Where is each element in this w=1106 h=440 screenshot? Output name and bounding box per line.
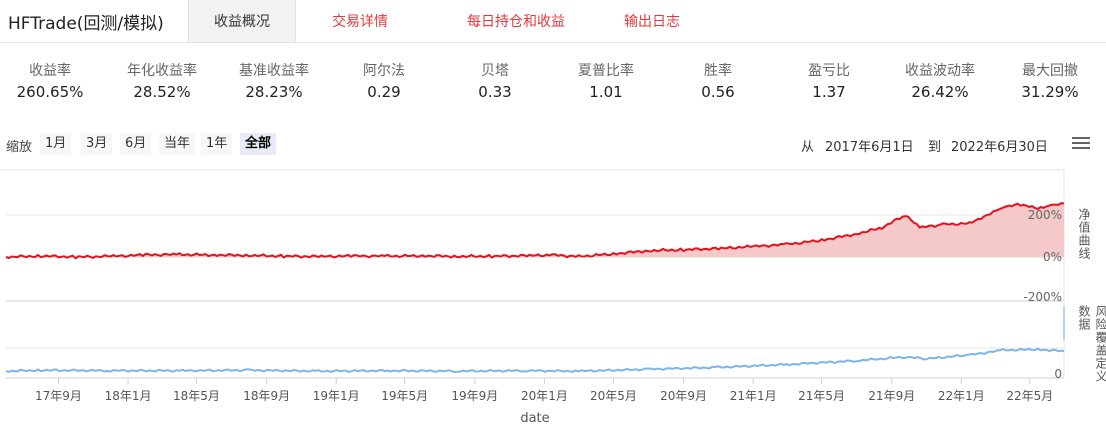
stat-value: 0.56	[701, 83, 735, 101]
y-tick-label: -200%	[1023, 290, 1062, 304]
stat-label: 收益率	[29, 63, 71, 79]
x-tick-label: 21年9月	[868, 389, 915, 403]
stat-label: 最大回撤	[1022, 63, 1078, 79]
net-value-chart: 200% 0% -200% 0 17年9月 18年1月 18年5月 18年9月 19年1月 1…	[0, 169, 1065, 426]
stats-summary: 收益率 260.65% 年化收益率 28.52% 基准收益率 28.23% 阿尔法 0.…	[0, 62, 1106, 104]
zoom-3m-button[interactable]: 3月	[81, 133, 113, 155]
tab-bar: HFTrade(回测/模拟) 收益概况 交易详情 每日持仓和收益 输出日志	[0, 0, 1106, 43]
stat-value: 0.33	[478, 83, 512, 101]
stat-value: 1.01	[589, 83, 623, 101]
stat-value: 26.42%	[911, 83, 969, 101]
x-axis-title: date	[520, 411, 549, 426]
y-tick-label: 200%	[1028, 208, 1062, 222]
stat-annual-return: 年化收益率 28.52%	[107, 62, 217, 102]
tab-daily-positions[interactable]: 每日持仓和收益	[424, 0, 608, 42]
stat-label: 年化收益率	[127, 63, 197, 79]
stat-label: 贝塔	[481, 63, 509, 79]
risk-line	[5, 347, 1065, 374]
menu-icon[interactable]	[1072, 137, 1090, 151]
x-tick-label: 19年9月	[451, 389, 498, 403]
x-tick-label: 19年1月	[313, 389, 360, 403]
zoom-1y-button[interactable]: 1年	[201, 133, 233, 155]
zoom-label: 缩放	[6, 140, 33, 155]
stat-beta: 贝塔 0.33	[440, 62, 550, 102]
y-tick-label: 0%	[1043, 250, 1062, 264]
tab-trade-details[interactable]: 交易详情	[296, 0, 424, 42]
x-tick-label: 17年9月	[35, 389, 82, 403]
range-from-date[interactable]: 2017年6月1日	[825, 136, 914, 155]
stat-max-drawdown: 最大回撤 31.29%	[995, 62, 1105, 102]
stat-alpha: 阿尔法 0.29	[329, 62, 439, 102]
stat-value: 260.65%	[16, 83, 84, 101]
x-tick-label: 21年5月	[798, 389, 845, 403]
x-tick-label: 20年5月	[590, 389, 637, 403]
stat-label: 盈亏比	[808, 63, 850, 79]
zoom-all-button[interactable]: 全部	[240, 133, 277, 155]
stat-volatility: 收益波动率 26.42%	[885, 62, 995, 102]
x-tick-label: 20年1月	[521, 389, 568, 403]
risk-axis-label: 风险覆盖定义数据	[1077, 305, 1106, 383]
zoom-toolbar: 缩放 1月 3月 6月 当年 1年 全部 从 2017年6月1日 到 2022年…	[0, 133, 1106, 155]
x-tick-label: 18年1月	[105, 389, 152, 403]
stat-sharpe: 夏普比率 1.01	[551, 62, 661, 102]
range-to-label: 到	[928, 140, 942, 155]
app-title: HFTrade(回测/模拟)	[8, 13, 164, 34]
range-to-date[interactable]: 2022年6月30日	[951, 136, 1048, 155]
stat-value: 1.37	[812, 83, 846, 101]
stat-label: 胜率	[704, 63, 732, 79]
zoom-1m-button[interactable]: 1月	[40, 133, 72, 155]
x-tick-label: 18年5月	[173, 389, 220, 403]
tab-output-log[interactable]: 输出日志	[608, 0, 696, 42]
y-tick-label: 0	[1054, 367, 1062, 381]
range-from-label: 从	[801, 140, 815, 155]
stat-value: 0.29	[367, 83, 401, 101]
stat-benchmark-return: 基准收益率 28.23%	[219, 62, 329, 102]
net-value-axis-label: 净值曲线	[1077, 208, 1091, 260]
x-tick-label: 22年5月	[1006, 389, 1053, 403]
stat-return: 收益率 260.65%	[0, 62, 105, 102]
stat-label: 阿尔法	[363, 63, 405, 79]
x-tick-label: 21年1月	[730, 389, 777, 403]
stat-value: 28.23%	[245, 83, 303, 101]
stat-label: 收益波动率	[905, 63, 975, 79]
stat-value: 28.52%	[133, 83, 191, 101]
x-tick-label: 22年1月	[938, 389, 985, 403]
x-tick-label: 20年9月	[660, 389, 707, 403]
stat-value: 31.29%	[1021, 83, 1079, 101]
zoom-ytd-button[interactable]: 当年	[159, 133, 196, 155]
tab-overview[interactable]: 收益概况	[188, 0, 296, 42]
stat-profit-loss-ratio: 盈亏比 1.37	[774, 62, 884, 102]
stat-label: 基准收益率	[239, 63, 309, 79]
x-tick-label: 19年5月	[381, 389, 428, 403]
x-tick-label: 18年9月	[243, 389, 290, 403]
net-value-area	[6, 203, 1064, 259]
stat-win-rate: 胜率 0.56	[663, 62, 773, 102]
zoom-6m-button[interactable]: 6月	[120, 133, 152, 155]
stat-label: 夏普比率	[578, 63, 634, 79]
